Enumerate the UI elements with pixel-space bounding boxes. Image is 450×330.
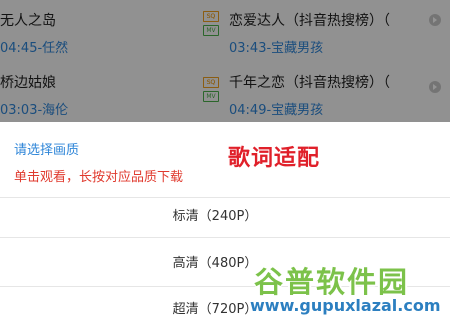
sheet-title: 请选择画质 — [14, 143, 80, 158]
quality-option-label: 高清（480P） — [172, 256, 258, 271]
sheet-hint: 单击观看，长按对应品质下载 — [14, 170, 184, 185]
site-url-watermark: www.gupuxlazal.com — [250, 296, 441, 315]
site-logo-watermark: 谷普软件园 — [254, 265, 410, 299]
dim-overlay[interactable] — [0, 0, 450, 122]
quality-option-label: 标清（240P） — [172, 209, 258, 224]
divider — [0, 237, 450, 238]
quality-option-label: 超清（720P） — [172, 302, 258, 317]
lyric-watermark: 歌词适配 — [228, 145, 321, 171]
quality-option-240p[interactable]: 标清（240P） — [0, 197, 450, 237]
